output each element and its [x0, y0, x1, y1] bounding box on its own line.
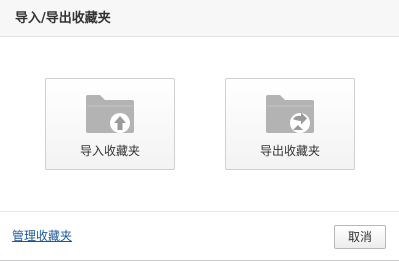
cancel-button[interactable]: 取消: [334, 225, 386, 249]
export-favorites-button[interactable]: 导出收藏夹: [225, 78, 355, 170]
footer-divider: [0, 211, 399, 212]
folder-export-icon: [265, 94, 315, 134]
dialog-title: 导入/导出收藏夹: [15, 11, 111, 26]
import-favorites-label: 导入收藏夹: [79, 144, 140, 158]
import-export-dialog: 导入/导出收藏夹 导入收藏夹 导出收藏夹 管理收藏夹 取消: [0, 0, 399, 261]
manage-favorites-link[interactable]: 管理收藏夹: [12, 228, 72, 244]
dialog-header: 导入/导出收藏夹: [0, 0, 399, 37]
export-favorites-label: 导出收藏夹: [259, 144, 320, 158]
folder-import-icon: [85, 94, 135, 134]
import-favorites-button[interactable]: 导入收藏夹: [45, 78, 175, 170]
